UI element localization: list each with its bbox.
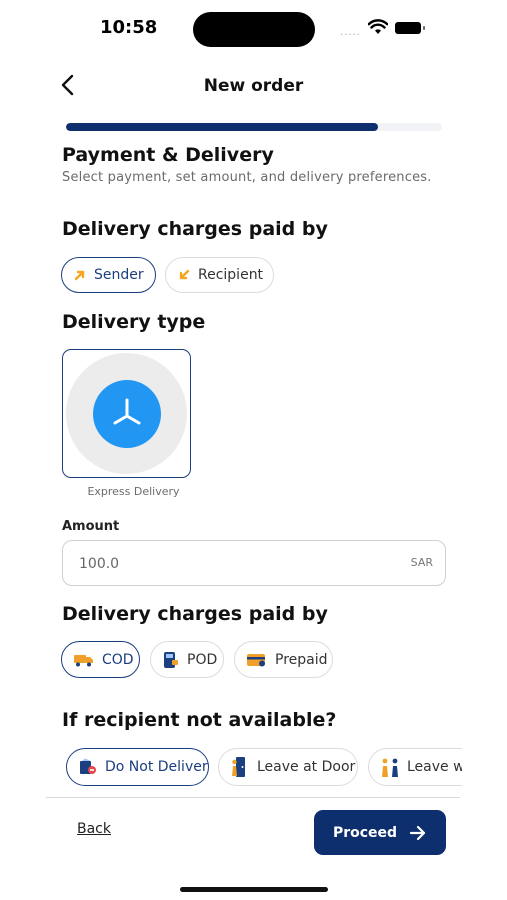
payment-option-label: Prepaid <box>275 651 328 668</box>
home-indicator <box>180 887 328 892</box>
recipient-unavailable-heading: If recipient not available? <box>62 709 337 731</box>
no-deliver-icon <box>79 758 97 776</box>
wifi-icon <box>367 19 389 39</box>
clock-icon <box>92 379 161 448</box>
dynamic-island <box>193 12 315 47</box>
handover-icon <box>381 756 399 778</box>
arrow-right-icon <box>409 825 427 841</box>
back-button[interactable]: Back <box>77 821 111 837</box>
amount-label: Amount <box>62 519 120 534</box>
payer-option-label: Recipient <box>198 267 264 283</box>
payment-option-cod[interactable]: COD <box>61 641 140 678</box>
payer-option-recipient[interactable]: Recipient <box>165 257 274 293</box>
footer-divider <box>46 797 460 798</box>
delivery-type-card-express[interactable] <box>62 349 191 478</box>
unavailable-option-leave-at-door[interactable]: Leave at Door <box>218 748 358 786</box>
status-time: 10:58 <box>100 17 158 38</box>
unavailable-option-do-not-deliver[interactable]: Do Not Deliver <box>66 748 209 786</box>
battery-icon <box>395 22 425 34</box>
truck-icon <box>74 653 94 667</box>
progress-bar <box>66 123 442 131</box>
amount-input[interactable] <box>77 541 381 587</box>
charges-paid-by-heading: Delivery charges paid by <box>62 218 328 240</box>
door-icon <box>231 756 249 778</box>
section-title: Payment & Delivery <box>62 144 274 166</box>
payer-option-label: Sender <box>94 267 144 283</box>
payment-option-label: COD <box>102 651 134 668</box>
card-icon <box>247 653 267 667</box>
pos-icon <box>163 651 179 669</box>
signal-dots: ..... <box>340 27 361 38</box>
payer-option-sender[interactable]: Sender <box>61 257 156 293</box>
payment-option-pod[interactable]: POD <box>150 641 224 678</box>
amount-currency: SAR <box>410 556 433 569</box>
amount-field[interactable]: SAR <box>62 540 446 587</box>
payment-option-prepaid[interactable]: Prepaid <box>234 641 333 678</box>
recipient-unavailable-options[interactable]: Do Not Deliver Leave at Door Leave wit <box>60 746 462 788</box>
delivery-type-label: Express Delivery <box>87 485 180 498</box>
payment-method-heading: Delivery charges paid by <box>62 603 328 625</box>
payment-option-label: POD <box>187 651 218 668</box>
unavailable-option-label: Leave wit <box>407 759 462 775</box>
arrow-in-icon <box>178 269 190 281</box>
proceed-button[interactable]: Proceed <box>314 810 446 855</box>
delivery-type-heading: Delivery type <box>62 311 206 333</box>
unavailable-option-label: Leave at Door <box>257 759 356 775</box>
arrow-out-icon <box>74 269 86 281</box>
unavailable-option-label: Do Not Deliver <box>105 759 208 775</box>
delivery-type-image <box>66 353 187 474</box>
unavailable-option-leave-with[interactable]: Leave wit <box>368 748 462 786</box>
page-title: New order <box>203 76 304 96</box>
progress-fill <box>66 123 379 131</box>
section-subtitle: Select payment, set amount, and delivery… <box>62 170 432 185</box>
proceed-label: Proceed <box>332 824 398 841</box>
